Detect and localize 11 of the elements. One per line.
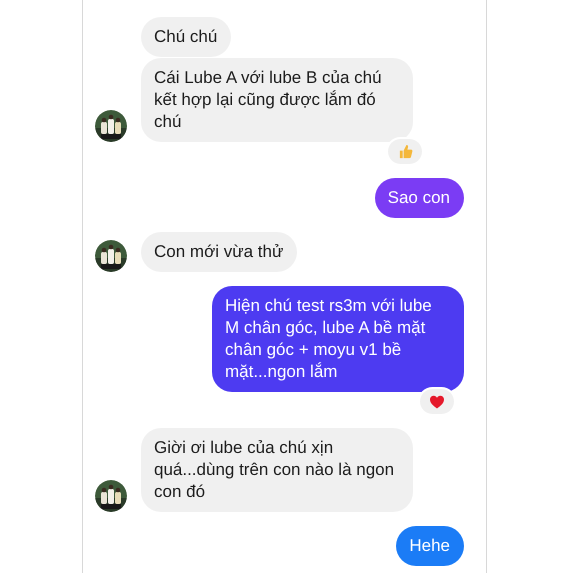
message-bubble: Hiện chú test rs3m với lube M chân góc, lube A bề mặt chân góc + moyu v1 bề mặt...ngon lắm xyxy=(212,286,464,392)
message-bubble: Giời ơi lube của chú xịn quá...dùng trên con nào là ngon con đó xyxy=(141,428,413,512)
message-bubble: Chú chú xyxy=(141,17,232,57)
message-bubble: Con mới vừa thử xyxy=(141,232,298,272)
avatar[interactable] xyxy=(95,110,127,142)
message-bubble: Sao con xyxy=(374,178,464,218)
avatar[interactable] xyxy=(95,480,127,512)
message-bubble: Cái Lube A với lube B của chú kết hợp lại cũng được lắm đó chú xyxy=(141,58,413,142)
message-bubble: Hehe xyxy=(396,526,464,566)
avatar[interactable] xyxy=(95,240,127,272)
reaction-badge[interactable] xyxy=(420,389,454,414)
